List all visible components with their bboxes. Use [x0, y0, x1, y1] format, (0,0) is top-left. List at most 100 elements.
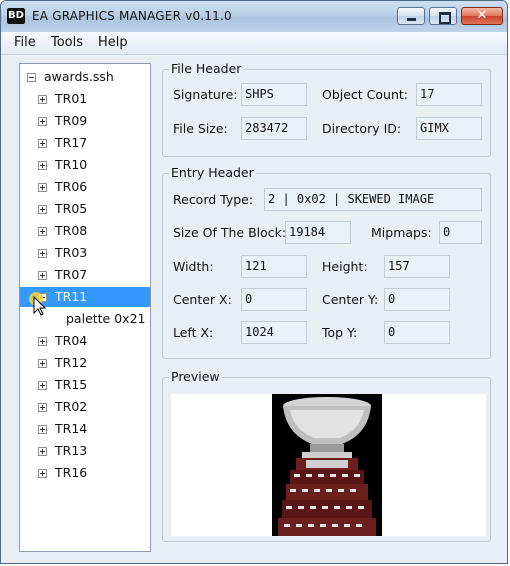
center-y-label: Center Y:	[322, 292, 379, 307]
block-size-label: Size Of The Block:	[173, 225, 287, 240]
tree-item[interactable]: TR09	[20, 111, 150, 131]
tree-item[interactable]: TR08	[20, 221, 150, 241]
minimize-button[interactable]	[397, 7, 425, 25]
center-x-field[interactable]: 0	[241, 288, 307, 311]
file-size-label: File Size:	[173, 121, 228, 136]
tree-item[interactable]: TR06	[20, 177, 150, 197]
file-header-group: File Header Signature: SHPS Object Count…	[162, 61, 491, 157]
tree-item-label: TR12	[55, 355, 88, 370]
main-window: BD EA GRAPHICS MANAGER v0.11.0 ✕ File To…	[0, 0, 508, 564]
app-icon[interactable]: BD	[7, 8, 25, 24]
expand-icon[interactable]	[38, 117, 47, 126]
tree-item-label: TR17	[55, 135, 88, 150]
tree-item[interactable]: TR12	[20, 353, 150, 373]
expand-icon[interactable]	[38, 447, 47, 456]
expand-icon[interactable]	[38, 359, 47, 368]
tree-item[interactable]: TR05	[20, 199, 150, 219]
expand-icon[interactable]	[38, 139, 47, 148]
top-y-label: Top Y:	[322, 325, 358, 340]
mipmaps-label: Mipmaps:	[371, 225, 432, 240]
tree-item-label: TR08	[55, 223, 88, 238]
menu-help[interactable]: Help	[98, 35, 128, 50]
signature-field[interactable]: SHPS	[241, 83, 307, 106]
tree-item-label: TR06	[55, 179, 88, 194]
expand-icon[interactable]	[38, 161, 47, 170]
minimize-icon	[398, 8, 424, 24]
tree-child-label: palette 0x21	[66, 311, 146, 326]
expand-icon[interactable]	[38, 403, 47, 412]
center-y-field[interactable]: 0	[384, 288, 450, 311]
file-header-title: File Header	[169, 61, 244, 76]
entry-header-group: Entry Header Record Type: 2 | 0x02 | SKE…	[162, 165, 491, 359]
tree-item-label: TR01	[55, 91, 88, 106]
tree-item[interactable]: TR07	[20, 265, 150, 285]
tree-item[interactable]: TR04	[20, 331, 150, 351]
title-bar[interactable]: BD EA GRAPHICS MANAGER v0.11.0 ✕	[1, 1, 507, 33]
directory-id-label: Directory ID:	[322, 121, 402, 136]
tree-item[interactable]: TR10	[20, 155, 150, 175]
width-label: Width:	[173, 259, 214, 274]
tree-item-label: TR05	[55, 201, 88, 216]
tree-root[interactable]: awards.ssh	[20, 67, 150, 87]
tree-item[interactable]: TR14	[20, 419, 150, 439]
maximize-button[interactable]	[429, 7, 457, 25]
tree-item[interactable]: TR15	[20, 375, 150, 395]
preview-title: Preview	[169, 369, 222, 384]
expand-icon[interactable]	[38, 425, 47, 434]
left-x-label: Left X:	[173, 325, 214, 340]
left-x-field[interactable]: 1024	[241, 321, 307, 344]
record-type-label: Record Type:	[173, 192, 254, 207]
tree-root-label: awards.ssh	[44, 69, 114, 84]
expand-icon[interactable]	[38, 183, 47, 192]
expand-icon[interactable]	[38, 271, 47, 280]
tree-item-label: TR14	[55, 421, 88, 436]
tree-item-label: TR04	[55, 333, 88, 348]
width-field[interactable]: 121	[241, 255, 307, 278]
record-type-field[interactable]: 2 | 0x02 | SKEWED IMAGE	[264, 188, 482, 211]
close-button[interactable]: ✕	[461, 7, 503, 25]
expand-icon[interactable]	[38, 469, 47, 478]
directory-id-field[interactable]: GIMX	[416, 117, 482, 140]
entry-header-title: Entry Header	[169, 165, 256, 180]
file-size-field[interactable]: 283472	[241, 117, 307, 140]
object-count-label: Object Count:	[322, 87, 409, 102]
menu-file[interactable]: File	[14, 35, 36, 50]
tree-item-label: TR11	[55, 289, 88, 304]
tree-item-label: TR07	[55, 267, 88, 282]
expand-icon[interactable]	[38, 337, 47, 346]
tree-item-label: TR16	[55, 465, 88, 480]
collapse-icon[interactable]	[27, 73, 36, 82]
trophy-image	[272, 394, 382, 536]
tree-item-label: TR10	[55, 157, 88, 172]
window-title: EA GRAPHICS MANAGER v0.11.0	[32, 9, 232, 23]
tree-item[interactable]: TR01	[20, 89, 150, 109]
menu-bar: File Tools Help	[1, 32, 507, 55]
expand-icon[interactable]	[38, 95, 47, 104]
maximize-icon	[430, 8, 456, 24]
expand-icon[interactable]	[38, 227, 47, 236]
object-count-field[interactable]: 17	[416, 83, 482, 106]
block-size-field[interactable]: 19184	[285, 221, 351, 244]
tree-item[interactable]: TR02	[20, 397, 150, 417]
expand-icon[interactable]	[38, 249, 47, 258]
top-y-field[interactable]: 0	[384, 321, 450, 344]
center-x-label: Center X:	[173, 292, 232, 307]
tree-item-label: TR15	[55, 377, 88, 392]
tree-item[interactable]: TR13	[20, 441, 150, 461]
preview-canvas	[171, 394, 486, 536]
tree-item-label: TR02	[55, 399, 88, 414]
menu-tools[interactable]: Tools	[51, 35, 83, 50]
expand-icon[interactable]	[38, 205, 47, 214]
tree-item[interactable]: TR16	[20, 463, 150, 483]
tree-item[interactable]: TR17	[20, 133, 150, 153]
tree-item-label: TR13	[55, 443, 88, 458]
mipmaps-field[interactable]: 0	[439, 221, 482, 244]
tree-item[interactable]: TR03	[20, 243, 150, 263]
signature-label: Signature:	[173, 87, 238, 102]
close-icon: ✕	[476, 8, 488, 23]
height-label: Height:	[322, 259, 368, 274]
preview-group: Preview	[162, 369, 491, 542]
tree-item-label: TR03	[55, 245, 88, 260]
height-field[interactable]: 157	[384, 255, 450, 278]
expand-icon[interactable]	[38, 381, 47, 390]
